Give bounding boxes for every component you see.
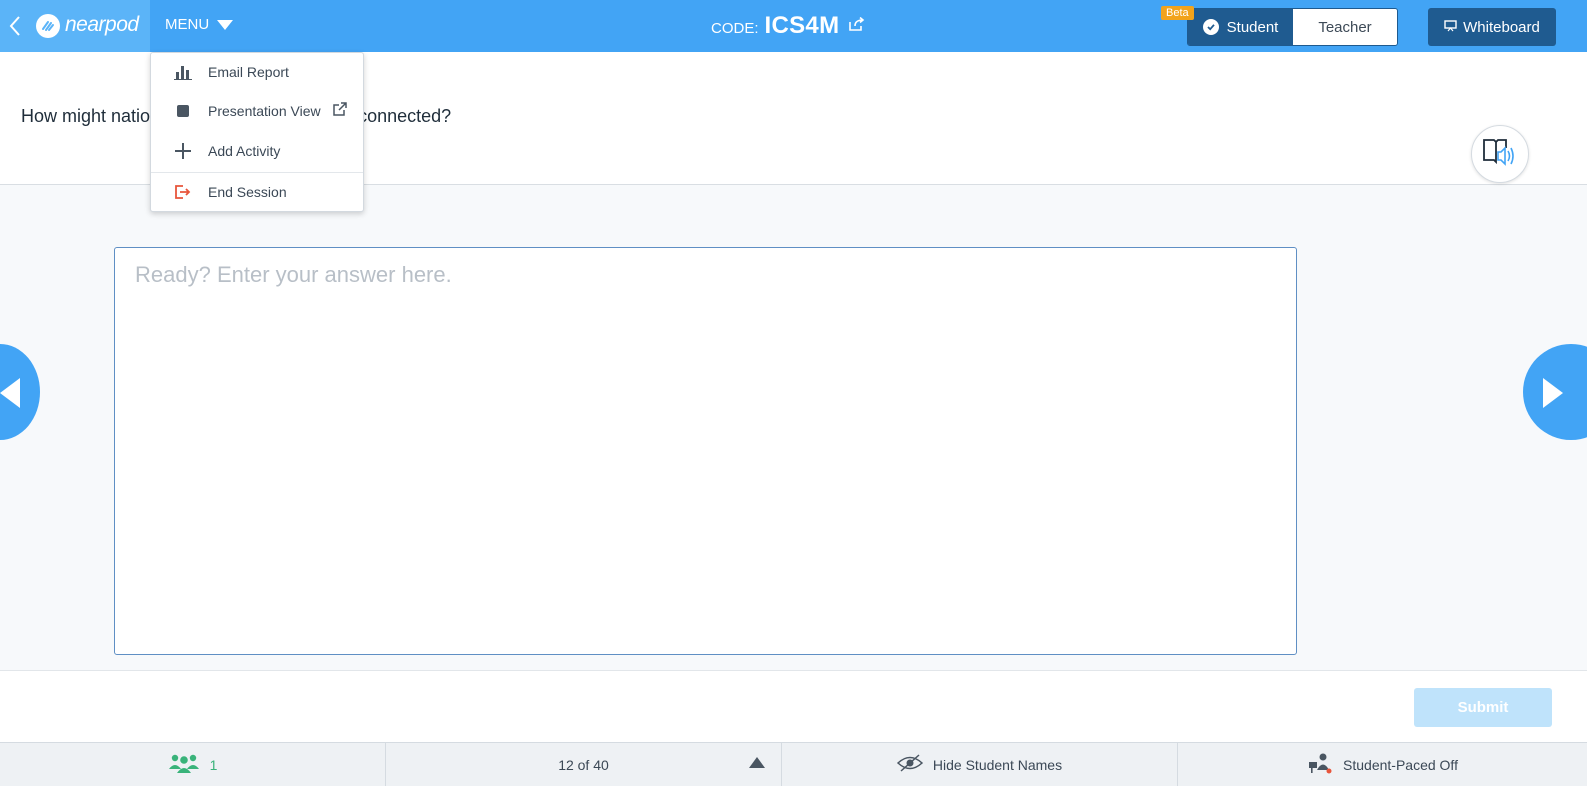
beta-badge: Beta bbox=[1161, 6, 1194, 20]
brand-logo-text: nearpod bbox=[65, 13, 139, 36]
student-teacher-toggle: Student Teacher bbox=[1187, 8, 1398, 46]
slide-navigator[interactable]: 12 of 40 bbox=[386, 743, 782, 786]
submit-button[interactable]: Submit bbox=[1414, 688, 1552, 727]
page-indicator: 12 of 40 bbox=[558, 756, 609, 773]
nearpod-logo-icon bbox=[36, 14, 60, 38]
student-label: Student bbox=[1226, 18, 1279, 36]
menu-label: MENU bbox=[165, 16, 210, 33]
back-chevron-icon[interactable] bbox=[4, 12, 26, 40]
whiteboard-icon bbox=[1444, 19, 1457, 36]
question-text-end: connected? bbox=[358, 106, 452, 126]
menu-item-add-activity[interactable]: Add Activity bbox=[151, 132, 363, 170]
teacher-label: Teacher bbox=[1318, 18, 1372, 36]
brand-area: nearpod bbox=[0, 0, 150, 52]
student-paced-icon bbox=[1307, 752, 1333, 777]
submit-panel: Submit bbox=[0, 670, 1587, 742]
arrow-left-icon bbox=[0, 378, 20, 408]
whiteboard-label: Whiteboard bbox=[1463, 18, 1540, 36]
menu-button[interactable]: MENU bbox=[165, 16, 234, 33]
hide-student-names-toggle[interactable]: Hide Student Names bbox=[782, 743, 1178, 786]
question-text-start: How might natio bbox=[21, 106, 151, 126]
status-bar: 1 12 of 40 Hide Student Names Student-Pa… bbox=[0, 742, 1587, 786]
caret-up-icon bbox=[749, 757, 765, 768]
hide-names-label: Hide Student Names bbox=[932, 756, 1063, 773]
menu-item-label: Add Activity bbox=[208, 143, 281, 159]
menu-item-email-report[interactable]: Email Report bbox=[151, 53, 363, 91]
menu-item-label: End Session bbox=[208, 184, 287, 200]
menu-item-label: Email Report bbox=[208, 64, 289, 80]
eye-slash-icon bbox=[896, 754, 924, 775]
student-count: 1 bbox=[209, 756, 218, 773]
bar-chart-icon bbox=[173, 62, 193, 82]
plus-icon bbox=[173, 141, 193, 161]
menu-item-presentation-view[interactable]: Presentation View bbox=[151, 92, 363, 130]
immersive-reader-button[interactable] bbox=[1471, 125, 1529, 183]
arrow-right-icon bbox=[1543, 378, 1563, 408]
teacher-mode-button[interactable]: Teacher bbox=[1293, 9, 1397, 45]
menu-item-label: Presentation View bbox=[208, 103, 321, 119]
top-bar: nearpod MENU CODE: ICS4M Beta Student Te… bbox=[0, 0, 1587, 52]
exit-icon bbox=[173, 182, 193, 202]
student-mode-button[interactable]: Student bbox=[1188, 9, 1293, 45]
student-paced-label: Student-Paced Off bbox=[1343, 756, 1458, 773]
answer-box bbox=[114, 247, 1297, 655]
code-value: ICS4M bbox=[764, 12, 840, 39]
check-circle-icon bbox=[1202, 19, 1219, 35]
answer-input[interactable] bbox=[115, 248, 1296, 654]
code-label: CODE: bbox=[711, 20, 759, 37]
next-slide-button[interactable] bbox=[1523, 344, 1587, 440]
students-joined[interactable]: 1 bbox=[0, 743, 386, 786]
students-group-icon bbox=[168, 753, 200, 776]
square-icon bbox=[173, 101, 193, 121]
menu-dropdown: Email Report Presentation View Add Activ… bbox=[150, 52, 364, 212]
book-audio-icon bbox=[1482, 136, 1518, 173]
session-code: CODE: ICS4M bbox=[711, 12, 865, 40]
previous-slide-button[interactable] bbox=[0, 344, 40, 440]
menu-item-end-session[interactable]: End Session bbox=[151, 173, 363, 211]
caret-down-icon bbox=[217, 19, 234, 30]
external-link-icon bbox=[332, 101, 348, 122]
whiteboard-button[interactable]: Whiteboard bbox=[1428, 8, 1556, 46]
student-paced-toggle[interactable]: Student-Paced Off bbox=[1178, 743, 1587, 786]
share-icon[interactable] bbox=[849, 16, 865, 36]
